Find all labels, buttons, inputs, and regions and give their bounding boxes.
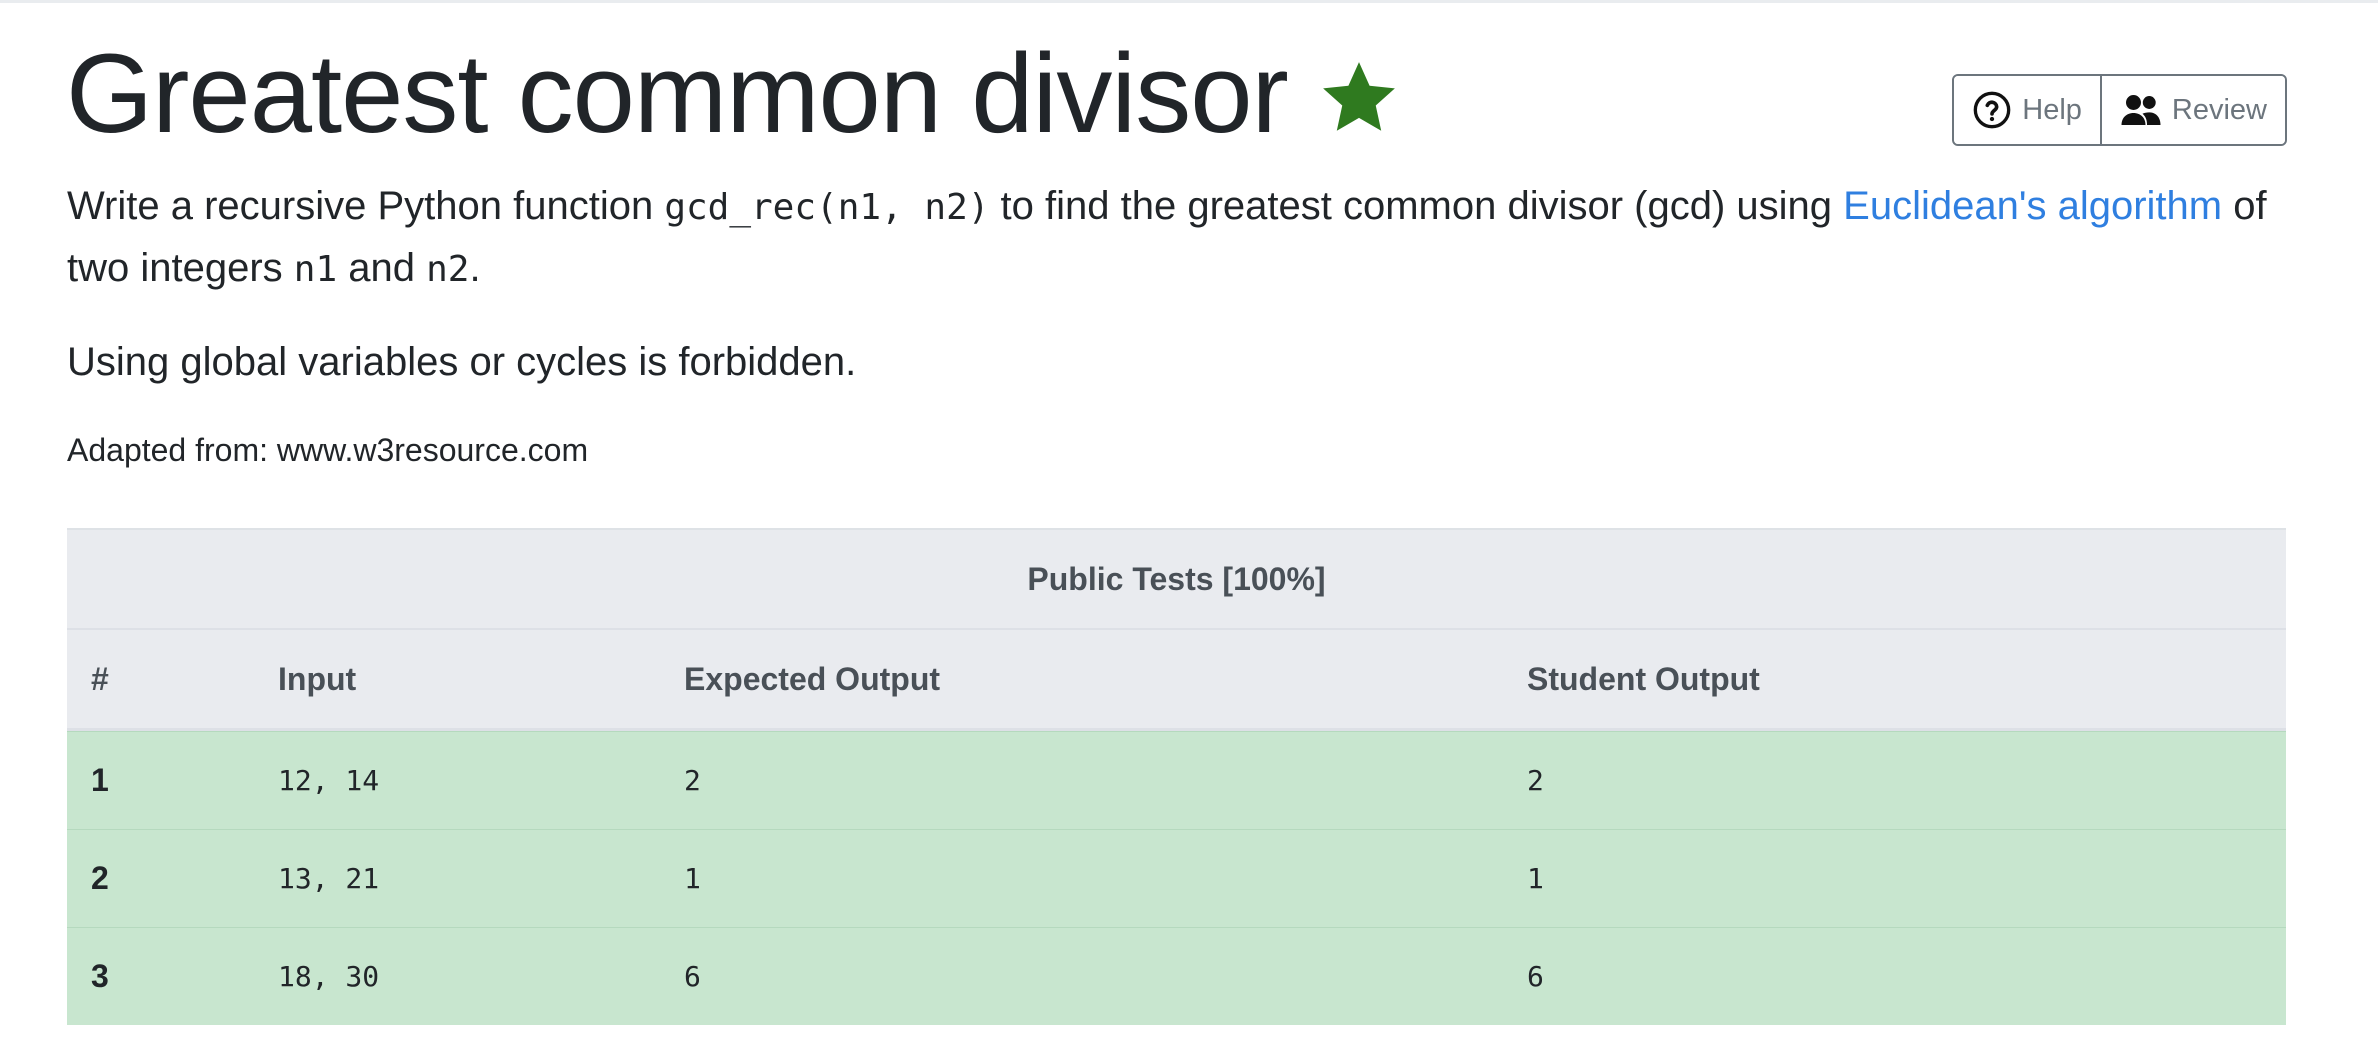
header-student-output: Student Output bbox=[1527, 660, 1760, 697]
problem-description: Write a recursive Python function gcd_re… bbox=[67, 176, 2307, 424]
row-expected-output: 1 bbox=[684, 862, 701, 895]
header-num: # bbox=[91, 660, 109, 697]
description-text: to find the greatest common divisor (gcd… bbox=[989, 184, 1844, 228]
top-divider bbox=[0, 0, 2378, 3]
row-student-output: 1 bbox=[1527, 862, 1544, 895]
header-expected-output: Expected Output bbox=[684, 660, 941, 697]
table-row: 2 13, 21 1 1 bbox=[67, 829, 2286, 927]
tests-header-row: # Input Expected Output Student Output bbox=[67, 628, 2286, 731]
question-circle-icon bbox=[1973, 91, 2011, 129]
description-paragraph-2: Using global variables or cycles is forb… bbox=[67, 340, 857, 384]
header-input: Input bbox=[278, 660, 357, 697]
row-student-output: 6 bbox=[1527, 960, 1544, 993]
help-label: Help bbox=[2022, 93, 2082, 126]
public-tests-table: Public Tests [100%] # Input Expected Out… bbox=[67, 528, 2286, 1025]
n2-code: n2 bbox=[426, 249, 470, 290]
row-num: 1 bbox=[91, 762, 109, 798]
row-input: 13, 21 bbox=[278, 862, 380, 895]
help-button[interactable]: Help bbox=[1954, 76, 2100, 144]
row-expected-output: 2 bbox=[684, 764, 701, 797]
review-label: Review bbox=[2171, 93, 2267, 126]
page: Greatest common divisor Help Review Writ… bbox=[0, 0, 2378, 1062]
description-paragraph-1: Write a recursive Python function gcd_re… bbox=[67, 176, 2307, 300]
description-text: Write a recursive Python function bbox=[67, 184, 665, 228]
row-expected-output: 6 bbox=[684, 960, 701, 993]
row-input: 18, 30 bbox=[278, 960, 380, 993]
row-num: 2 bbox=[91, 860, 109, 896]
description-text: and bbox=[337, 246, 427, 290]
n1-code: n1 bbox=[293, 249, 338, 290]
function-signature-code: gcd_rec(n1, n2) bbox=[664, 187, 990, 228]
title-row: Greatest common divisor bbox=[66, 28, 1400, 160]
row-student-output: 2 bbox=[1527, 764, 1544, 797]
star-icon bbox=[1318, 57, 1400, 139]
description-text: . bbox=[469, 246, 481, 290]
table-row: 3 18, 30 6 6 bbox=[67, 927, 2286, 1025]
tests-caption: Public Tests [100%] bbox=[67, 528, 2286, 628]
row-num: 3 bbox=[91, 958, 109, 994]
table-row: 1 12, 14 2 2 bbox=[67, 731, 2286, 829]
review-button[interactable]: Review bbox=[2099, 76, 2285, 144]
source-attribution: Adapted from: www.w3resource.com bbox=[67, 432, 589, 468]
people-icon bbox=[2121, 95, 2161, 125]
row-input: 12, 14 bbox=[278, 764, 380, 797]
header-button-group: Help Review bbox=[1952, 74, 2287, 146]
page-title: Greatest common divisor bbox=[66, 31, 1289, 156]
euclidean-algorithm-link[interactable]: Euclidean's algorithm bbox=[1843, 184, 2222, 228]
